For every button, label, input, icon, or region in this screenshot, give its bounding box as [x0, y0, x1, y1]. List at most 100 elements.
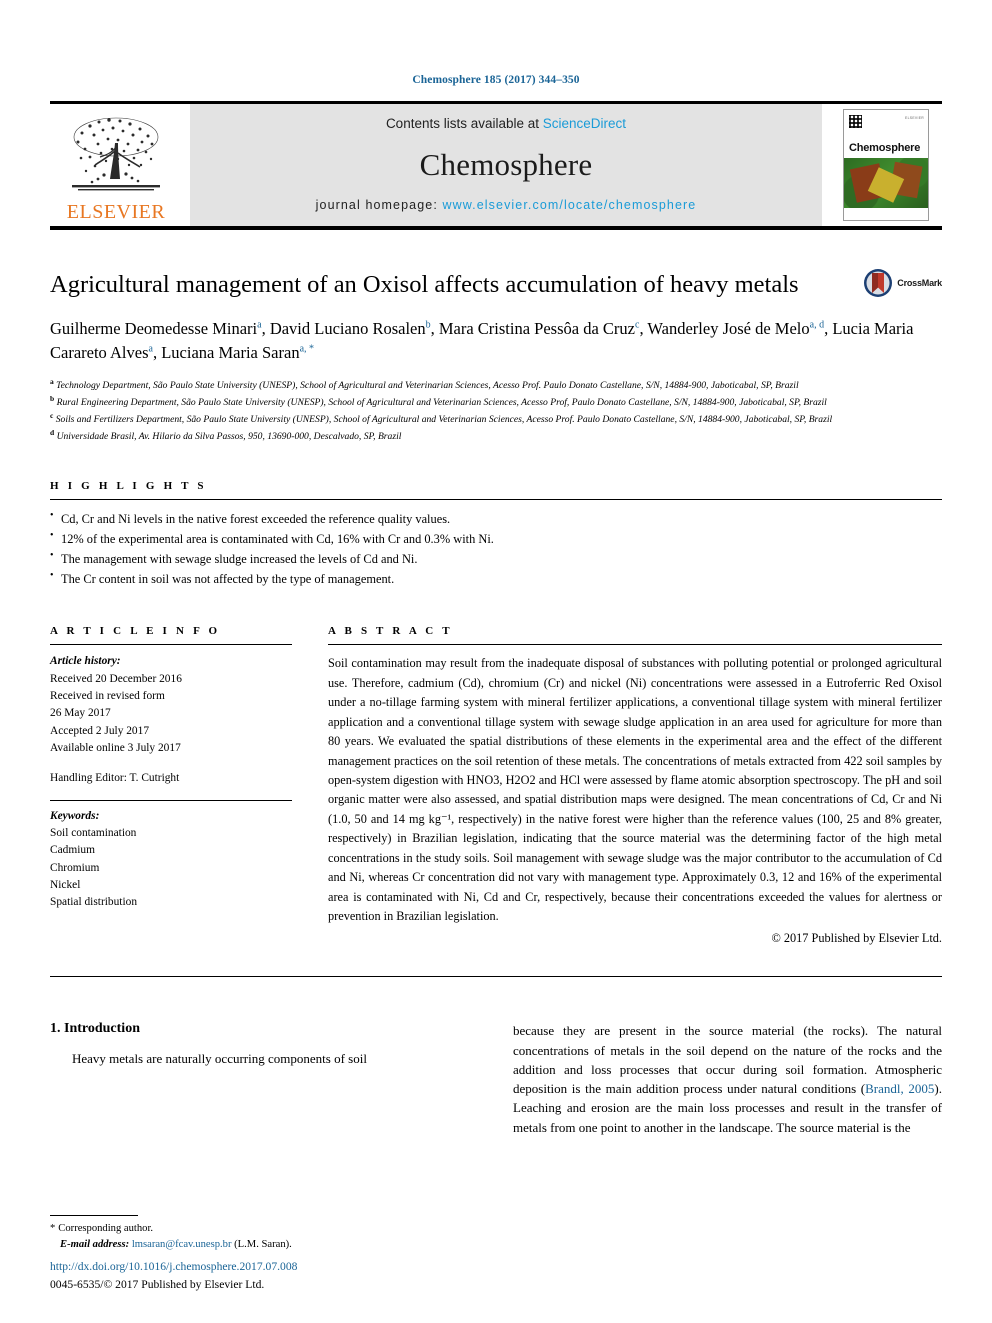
- body-separator-rule: [50, 976, 942, 978]
- author-affiliation-mark: a: [257, 319, 262, 331]
- keywords-label: Keywords:: [50, 809, 100, 822]
- contents-prefix: Contents lists available at: [385, 116, 543, 131]
- journal-title: Chemosphere: [419, 146, 593, 182]
- cover-top: ELSEVIER Chemosphere: [844, 110, 928, 158]
- crossmark-icon: [864, 269, 893, 297]
- article-history-label: Article history:: [50, 655, 121, 668]
- elsevier-logo-block: ELSEVIER: [50, 104, 182, 226]
- article-history-item: Available online 3 July 2017: [50, 742, 181, 755]
- section-heading-introduction: 1. Introduction: [50, 1021, 140, 1037]
- author-list: Guilherme Deomedesse Minaria, David Luci…: [50, 318, 914, 362]
- sciencedirect-link[interactable]: ScienceDirect: [543, 116, 626, 131]
- abstract-heading: A B S T R A C T: [328, 625, 453, 638]
- article-info-column: A R T I C L E I N F O Article history: R…: [50, 625, 292, 946]
- corresponding-author-line: * Corresponding author.: [50, 1221, 470, 1237]
- affiliation-text: Universidade Brasil, Av. Hilario da Silv…: [56, 431, 402, 443]
- masthead-center: Contents lists available at ScienceDirec…: [190, 104, 822, 226]
- corresponding-author-note: * Corresponding author. E-mail address: l…: [50, 1221, 470, 1253]
- author-affiliation-mark: b: [425, 319, 431, 331]
- email-line: E-mail address: lmsaran@fcav.unesp.br (L…: [50, 1237, 470, 1253]
- keyword-item: Soil contamination: [50, 827, 137, 840]
- body-paragraph: Heavy metals are naturally occurring com…: [72, 1051, 367, 1067]
- list-item: The Cr content in soil was not affected …: [50, 568, 942, 589]
- affiliation-text: Rural Engineering Department, São Paulo …: [56, 396, 827, 408]
- citation-link[interactable]: Brandl, 2005: [865, 1081, 934, 1096]
- elsevier-tree-icon: [72, 117, 160, 191]
- cover-leaf-image: [844, 158, 928, 208]
- author-affiliation-mark: a, *: [299, 343, 315, 355]
- affiliation-item: d Universidade Brasil, Av. Hilario da Si…: [50, 428, 942, 444]
- author-name: Luciana Maria Saran: [161, 342, 300, 362]
- list-item: The management with sewage sludge increa…: [50, 548, 942, 569]
- highlights-section: H I G H L I G H T S Cd, Cr and Ni levels…: [50, 480, 942, 589]
- body-paragraph: because they are present in the source m…: [513, 1021, 942, 1136]
- abstract-text: Soil contamination may result from the i…: [328, 656, 942, 923]
- affiliation-mark: a: [50, 376, 54, 386]
- cover-journal-title: Chemosphere: [849, 142, 921, 154]
- affiliation-item: c Soils and Fertilizers Department, São …: [50, 411, 942, 427]
- author-affiliation-mark: a: [148, 343, 153, 355]
- affiliation-mark: b: [50, 393, 55, 403]
- footnote-area: * Corresponding author. E-mail address: l…: [50, 1215, 470, 1253]
- keywords-divider: [50, 799, 292, 801]
- highlights-list: Cd, Cr and Ni levels in the native fores…: [50, 508, 942, 589]
- cover-bottom: [844, 208, 928, 220]
- article-info-heading: A R T I C L E I N F O: [50, 625, 221, 638]
- issn-copyright: 0045-6535/© 2017 Published by Elsevier L…: [50, 1277, 265, 1291]
- corresponding-text: Corresponding author.: [58, 1223, 154, 1235]
- journal-homepage-line: journal homepage: www.elsevier.com/locat…: [316, 198, 697, 212]
- author-affiliation-mark: a, d: [809, 319, 825, 331]
- affiliation-list: a Technology Department, São Paulo State…: [50, 377, 942, 444]
- keyword-item: Spatial distribution: [50, 896, 138, 909]
- author-name: Mara Cristina Pessôa da Cruz: [438, 318, 635, 338]
- affiliation-item: a Technology Department, São Paulo State…: [50, 377, 942, 393]
- page-title: Agricultural management of an Oxisol aff…: [50, 271, 799, 298]
- journal-cover-thumbnail: ELSEVIER Chemosphere: [843, 109, 929, 221]
- doi-footer: http://dx.doi.org/10.1016/j.chemosphere.…: [50, 1258, 297, 1293]
- info-abstract-columns: A R T I C L E I N F O Article history: R…: [50, 625, 942, 946]
- affiliation-mark: d: [50, 427, 55, 437]
- author-name: David Luciano Rosalen: [269, 318, 426, 338]
- affiliation-item: b Rural Engineering Department, São Paul…: [50, 394, 942, 410]
- elsevier-wordmark: ELSEVIER: [66, 201, 166, 223]
- article-history-item: 26 May 2017: [50, 707, 111, 720]
- doi-link[interactable]: http://dx.doi.org/10.1016/j.chemosphere.…: [50, 1258, 297, 1275]
- handling-editor: Handling Editor: T. Cutright: [50, 772, 180, 785]
- article-info-body: Article history: Received 20 December 20…: [50, 653, 292, 911]
- body-column-right: because they are present in the source m…: [513, 1021, 942, 1136]
- keyword-item: Chromium: [50, 861, 100, 874]
- abstract-divider: [328, 644, 942, 646]
- keyword-item: Cadmium: [50, 844, 95, 857]
- running-head: Chemosphere 185 (2017) 344–350: [412, 74, 580, 86]
- affiliation-text: Technology Department, São Paulo State U…: [56, 379, 799, 391]
- article-history-item: Received in revised form: [50, 690, 165, 703]
- footnote-divider: [50, 1215, 138, 1217]
- crossmark-label: CrossMark: [897, 278, 942, 288]
- crossmark-badge[interactable]: CrossMark: [863, 268, 942, 298]
- contents-available-line: Contents lists available at ScienceDirec…: [386, 116, 626, 131]
- highlights-divider: [50, 499, 942, 501]
- author-name: Guilherme Deomedesse Minari: [50, 318, 258, 338]
- qr-code-icon: [849, 115, 862, 128]
- highlights-heading: H I G H L I G H T S: [50, 480, 207, 493]
- homepage-prefix: journal homepage:: [315, 198, 443, 212]
- title-area: Agricultural management of an Oxisol aff…: [50, 268, 942, 301]
- affiliation-mark: c: [50, 410, 54, 420]
- journal-homepage-link[interactable]: www.elsevier.com/locate/chemosphere: [442, 198, 696, 212]
- article-history-item: Accepted 2 July 2017: [50, 724, 150, 737]
- list-item: Cd, Cr and Ni levels in the native fores…: [50, 508, 942, 529]
- journal-masthead: ELSEVIER Contents lists available at Sci…: [50, 101, 942, 230]
- cover-publisher-text: ELSEVIER: [905, 116, 924, 120]
- email-owner: (L.M. Saran).: [234, 1239, 292, 1251]
- keyword-item: Nickel: [50, 879, 81, 892]
- list-item: 12% of the experimental area is contamin…: [50, 528, 942, 549]
- author-name: Wanderley José de Melo: [647, 318, 810, 338]
- email-link[interactable]: lmsaran@fcav.unesp.br: [132, 1239, 232, 1250]
- abstract-copyright: © 2017 Published by Elsevier Ltd.: [771, 931, 942, 946]
- article-history-item: Received 20 December 2016: [50, 672, 182, 685]
- corresponding-marker: *: [50, 1223, 56, 1235]
- affiliation-text: Soils and Fertilizers Department, São Pa…: [55, 414, 833, 426]
- abstract-column: A B S T R A C T Soil contamination may r…: [328, 625, 942, 946]
- body-columns: 1. Introduction Heavy metals are natural…: [50, 1021, 942, 1136]
